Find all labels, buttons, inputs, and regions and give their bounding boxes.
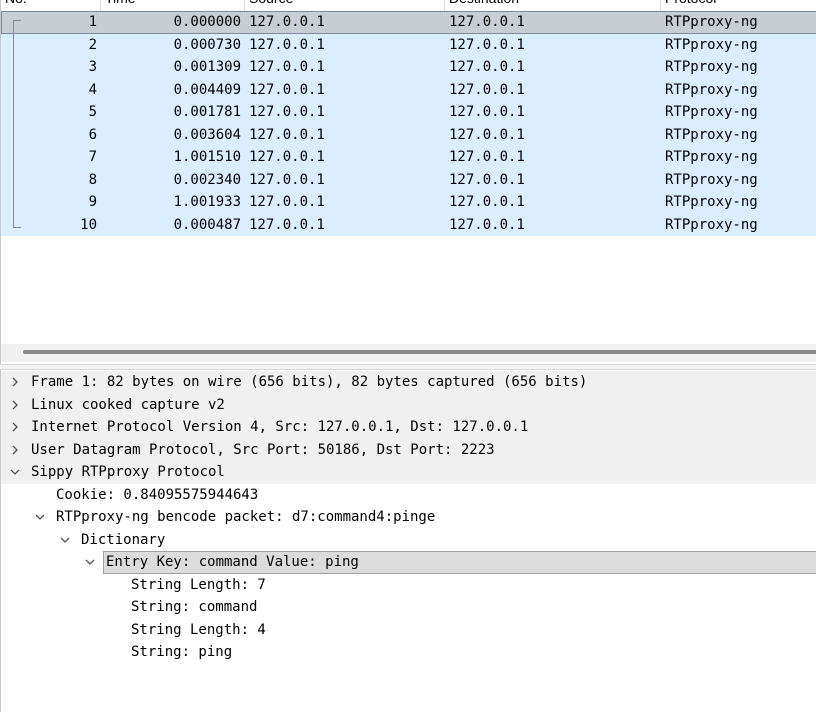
packet-time: 0.004409	[173, 81, 241, 98]
tree-item-string[interactable]: String: ping	[1, 641, 816, 664]
tree-item-frame[interactable]: Frame 1: 82 bytes on wire (656 bits), 82…	[1, 371, 816, 394]
packet-row[interactable]: 7 1.001510 127.0.0.1 127.0.0.1 RTPproxy-…	[1, 146, 816, 169]
tree-item-label: Dictionary	[81, 531, 166, 548]
column-header-destination[interactable]: Destination	[445, 0, 661, 11]
tree-item-sippy-rtpproxy[interactable]: Sippy RTPproxy Protocol	[1, 461, 816, 484]
column-header-protocol[interactable]: Protocol	[661, 0, 816, 11]
tree-item-bencode-packet[interactable]: RTPproxy-ng bencode packet: d7:command4:…	[1, 506, 816, 529]
packet-source: 127.0.0.1	[249, 216, 325, 233]
packet-row[interactable]: 2 0.000730 127.0.0.1 127.0.0.1 RTPproxy-…	[1, 33, 816, 56]
chevron-right-icon[interactable]	[8, 394, 22, 417]
wireshark-window: No. Time Source Destination Protocol 1 0…	[0, 0, 816, 712]
tree-item-dictionary[interactable]: Dictionary	[1, 529, 816, 552]
tree-item-label: Frame 1: 82 bytes on wire (656 bits), 82…	[31, 374, 588, 390]
packet-destination: 127.0.0.1	[449, 171, 525, 188]
tree-item-string-length[interactable]: String Length: 7	[1, 574, 816, 597]
packet-protocol: RTPproxy-ng	[665, 149, 758, 165]
tree-item-label: Internet Protocol Version 4, Src: 127.0.…	[31, 419, 529, 435]
packet-destination: 127.0.0.1	[449, 194, 525, 210]
tree-item-cookie[interactable]: Cookie: 0.84095575944643	[1, 484, 816, 507]
packet-protocol: RTPproxy-ng	[665, 81, 758, 98]
packet-time: 0.003604	[173, 126, 241, 143]
tree-item-linux-cooked-capture[interactable]: Linux cooked capture v2	[1, 393, 816, 417]
packet-destination: 127.0.0.1	[449, 126, 525, 143]
tree-item-label: String Length: 4	[131, 621, 266, 638]
tree-item-ipv4[interactable]: Internet Protocol Version 4, Src: 127.0.…	[1, 416, 816, 439]
packet-time: 1.001510	[173, 149, 241, 165]
tree-item-udp[interactable]: User Datagram Protocol, Src Port: 50186,…	[1, 438, 816, 462]
tree-item-entry-key[interactable]: Entry Key: command Value: ping	[1, 551, 816, 574]
packet-source: 127.0.0.1	[249, 194, 325, 210]
chevron-down-icon[interactable]	[8, 461, 22, 484]
packet-source: 127.0.0.1	[249, 149, 325, 165]
tree-item-label: Linux cooked capture v2	[31, 396, 225, 413]
tree-item-label: String: ping	[131, 644, 233, 660]
packet-time: 0.002340	[173, 171, 241, 188]
chevron-down-icon[interactable]	[33, 506, 47, 529]
tree-item-label: User Datagram Protocol, Src Port: 50186,…	[31, 441, 495, 458]
packet-protocol: RTPproxy-ng	[665, 171, 758, 188]
packet-row[interactable]: 1 0.000000 127.0.0.1 127.0.0.1 RTPproxy-…	[1, 11, 816, 34]
packet-row[interactable]: 9 1.001933 127.0.0.1 127.0.0.1 RTPproxy-…	[1, 191, 816, 214]
packet-list-pane[interactable]: No. Time Source Destination Protocol 1 0…	[0, 0, 816, 364]
column-header-time[interactable]: Time	[101, 0, 245, 11]
packet-time: 0.001309	[173, 59, 241, 75]
column-header-no[interactable]: No.	[1, 0, 101, 11]
packet-time: 0.000487	[173, 216, 241, 233]
packet-protocol: RTPproxy-ng	[665, 59, 758, 75]
chevron-down-icon[interactable]	[83, 551, 97, 574]
packet-rows: 1 0.000000 127.0.0.1 127.0.0.1 RTPproxy-…	[1, 11, 816, 236]
packet-protocol: RTPproxy-ng	[665, 14, 758, 30]
packet-destination: 127.0.0.1	[449, 36, 525, 53]
packet-row[interactable]: 8 0.002340 127.0.0.1 127.0.0.1 RTPproxy-…	[1, 168, 816, 191]
packet-details-pane[interactable]: Frame 1: 82 bytes on wire (656 bits), 82…	[0, 370, 816, 712]
packet-destination: 127.0.0.1	[449, 59, 525, 75]
packet-time: 0.001781	[173, 104, 241, 120]
tree-item-label: Sippy RTPproxy Protocol	[31, 464, 225, 480]
chevron-right-icon[interactable]	[8, 439, 22, 462]
packet-source: 127.0.0.1	[249, 14, 325, 30]
packet-destination: 127.0.0.1	[449, 81, 525, 98]
packet-destination: 127.0.0.1	[449, 104, 525, 120]
packet-source: 127.0.0.1	[249, 81, 325, 98]
packet-source: 127.0.0.1	[249, 126, 325, 143]
packet-destination: 127.0.0.1	[449, 149, 525, 165]
packet-source: 127.0.0.1	[249, 59, 325, 75]
conversation-bracket-icon	[13, 20, 21, 228]
chevron-right-icon[interactable]	[8, 371, 22, 394]
tree-item-string[interactable]: String: command	[1, 596, 816, 619]
column-header-source[interactable]: Source	[245, 0, 445, 11]
horizontal-scrollbar[interactable]	[1, 344, 816, 362]
packet-protocol: RTPproxy-ng	[665, 216, 758, 233]
tree-item-label: String Length: 7	[131, 576, 266, 593]
packet-protocol: RTPproxy-ng	[665, 194, 758, 210]
tree-item-label: RTPproxy-ng bencode packet: d7:command4:…	[56, 509, 436, 525]
horizontal-scrollbar-thumb[interactable]	[23, 350, 816, 354]
packet-row[interactable]: 5 0.001781 127.0.0.1 127.0.0.1 RTPproxy-…	[1, 101, 816, 124]
packet-source: 127.0.0.1	[249, 104, 325, 120]
tree-item-label: Cookie: 0.84095575944643	[56, 486, 259, 503]
chevron-down-icon[interactable]	[58, 529, 72, 552]
tree-item-label-selected: Entry Key: command Value: ping	[103, 551, 816, 574]
packet-protocol: RTPproxy-ng	[665, 104, 758, 120]
packet-time: 0.000730	[173, 36, 241, 53]
packet-source: 127.0.0.1	[249, 171, 325, 188]
packet-time: 0.000000	[173, 14, 241, 30]
tree-item-label: String: command	[131, 599, 258, 615]
packet-row[interactable]: 6 0.003604 127.0.0.1 127.0.0.1 RTPproxy-…	[1, 123, 816, 146]
packet-source: 127.0.0.1	[249, 36, 325, 53]
packet-protocol: RTPproxy-ng	[665, 126, 758, 143]
packet-protocol: RTPproxy-ng	[665, 36, 758, 53]
packet-row[interactable]: 10 0.000487 127.0.0.1 127.0.0.1 RTPproxy…	[1, 213, 816, 236]
chevron-right-icon[interactable]	[8, 416, 22, 439]
packet-destination: 127.0.0.1	[449, 216, 525, 233]
packet-row[interactable]: 3 0.001309 127.0.0.1 127.0.0.1 RTPproxy-…	[1, 56, 816, 79]
packet-time: 1.001933	[173, 194, 241, 210]
packet-destination: 127.0.0.1	[449, 14, 525, 30]
packet-row[interactable]: 4 0.004409 127.0.0.1 127.0.0.1 RTPproxy-…	[1, 78, 816, 101]
tree-item-string-length[interactable]: String Length: 4	[1, 619, 816, 642]
